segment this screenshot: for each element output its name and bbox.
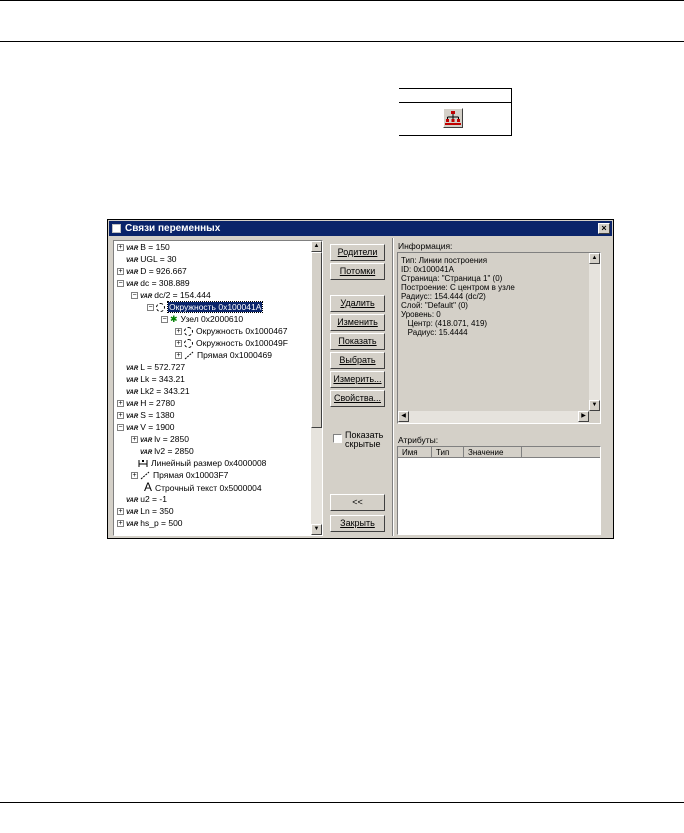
- circle-icon: [184, 339, 193, 349]
- expand-icon[interactable]: +: [131, 436, 138, 444]
- info-line: Уровень: 0: [401, 310, 441, 319]
- panel-divider-light: [393, 238, 394, 536]
- var-icon: VAR: [126, 402, 139, 408]
- var-icon: VAR: [126, 246, 139, 252]
- scroll-right-icon[interactable]: ▶: [578, 411, 589, 422]
- text-icon: A: [144, 480, 153, 494]
- info-line: Слой: "Default" (0): [401, 301, 468, 310]
- show-button[interactable]: Показать: [330, 333, 385, 350]
- delete-button[interactable]: Удалить: [330, 295, 385, 312]
- var-icon: VAR: [126, 366, 139, 372]
- edit-button[interactable]: Изменить: [330, 314, 385, 331]
- column-header-value[interactable]: Значение: [464, 447, 522, 458]
- collapse-icon[interactable]: −: [117, 280, 124, 288]
- var-icon: VAR: [126, 270, 139, 276]
- var-icon: VAR: [140, 450, 153, 456]
- expand-icon[interactable]: +: [117, 520, 124, 528]
- scroll-up-icon[interactable]: ▲: [311, 241, 322, 252]
- tree-item[interactable]: + Прямая 0x1000469: [175, 349, 272, 362]
- back-button[interactable]: <<: [330, 494, 385, 511]
- info-line: ID: 0x100041A: [401, 265, 454, 274]
- line-icon: [140, 471, 150, 480]
- expand-icon[interactable]: +: [117, 268, 124, 276]
- close-icon[interactable]: ×: [598, 223, 610, 234]
- expand-icon[interactable]: +: [175, 328, 182, 336]
- page-top-rule: [0, 0, 684, 1]
- scroll-left-icon[interactable]: ◀: [398, 411, 409, 422]
- circle-icon: [184, 327, 193, 337]
- variables-tree[interactable]: + VAR B = 150 VAR UGL = 30 + VAR D = 926.667 …: [113, 240, 323, 536]
- icon-table: [399, 88, 512, 136]
- var-icon: VAR: [126, 258, 139, 264]
- window-icon: [112, 224, 121, 233]
- var-icon: VAR: [126, 414, 139, 420]
- var-icon: VAR: [126, 426, 139, 432]
- node-icon: ✱: [170, 314, 178, 324]
- var-icon: VAR: [140, 438, 153, 444]
- var-icon: VAR: [126, 522, 139, 528]
- show-hidden-checkbox[interactable]: [333, 434, 342, 443]
- info-line: Тип: Линии построения: [401, 256, 488, 265]
- properties-button[interactable]: Свойства...: [330, 390, 385, 407]
- info-text[interactable]: Тип: Линии построения ID: 0x100041A Стра…: [397, 252, 601, 424]
- variable-links-toolbar-button[interactable]: [443, 108, 463, 128]
- scroll-down-icon[interactable]: ▼: [311, 524, 322, 535]
- title-bar: Связи переменных ×: [109, 221, 612, 236]
- attributes-label: Атрибуты:: [398, 435, 439, 445]
- info-label: Информация:: [398, 241, 453, 251]
- info-scrollbar[interactable]: ▲ ▼: [589, 253, 600, 411]
- parents-button[interactable]: Родители: [330, 244, 385, 261]
- column-header-name[interactable]: Имя: [398, 447, 432, 458]
- close-button[interactable]: Закрыть: [330, 515, 385, 532]
- show-hidden-label: Показать скрытые: [345, 430, 384, 449]
- info-line: Центр: (418.071, 419): [401, 319, 488, 328]
- var-icon: VAR: [140, 294, 153, 300]
- var-icon: VAR: [126, 510, 139, 516]
- line-icon: [184, 351, 194, 360]
- expand-icon[interactable]: +: [117, 508, 124, 516]
- var-icon: VAR: [126, 498, 139, 504]
- circle-icon: [156, 303, 165, 313]
- variable-links-dialog: Связи переменных × + VAR B = 150 VAR UGL = …: [107, 219, 614, 539]
- tree-item[interactable]: + VAR hs_p = 500: [117, 517, 183, 530]
- info-line: Страница: "Страница 1" (0): [401, 274, 503, 283]
- collapse-icon[interactable]: −: [117, 424, 124, 432]
- expand-icon[interactable]: +: [117, 244, 124, 252]
- info-line: Радиус: 15.4444: [401, 328, 468, 337]
- expand-icon[interactable]: +: [175, 352, 182, 360]
- collapse-icon[interactable]: −: [147, 304, 154, 312]
- hierarchy-icon: [445, 111, 461, 125]
- collapse-icon[interactable]: −: [131, 292, 138, 300]
- expand-icon[interactable]: +: [175, 340, 182, 348]
- scroll-down-icon[interactable]: ▼: [589, 400, 600, 411]
- scroll-up-icon[interactable]: ▲: [589, 253, 600, 264]
- scroll-thumb[interactable]: [311, 252, 322, 428]
- collapse-icon[interactable]: −: [161, 316, 168, 324]
- var-icon: VAR: [126, 390, 139, 396]
- dimension-icon: [138, 460, 148, 468]
- expand-icon[interactable]: +: [117, 412, 124, 420]
- expand-icon[interactable]: +: [117, 400, 124, 408]
- select-button[interactable]: Выбрать: [330, 352, 385, 369]
- var-icon: VAR: [126, 282, 139, 288]
- children-button[interactable]: Потомки: [330, 263, 385, 280]
- measure-button[interactable]: Измерить...: [330, 371, 385, 388]
- page-bottom-rule: [0, 802, 684, 803]
- tree-scrollbar[interactable]: ▲ ▼: [311, 241, 322, 535]
- column-header-type[interactable]: Тип: [432, 447, 464, 458]
- info-hscrollbar[interactable]: ◀ ▶: [398, 411, 589, 423]
- info-line: Построение: С центром в узле: [401, 283, 515, 292]
- column-header-empty: [522, 447, 600, 458]
- page-header-rule: [0, 41, 684, 42]
- dialog-title: Связи переменных: [125, 223, 221, 234]
- expand-icon[interactable]: +: [131, 472, 138, 480]
- var-icon: VAR: [126, 378, 139, 384]
- info-line: Радиус:: 154.444 (dc/2): [401, 292, 486, 301]
- attributes-table[interactable]: Имя Тип Значение: [397, 446, 601, 535]
